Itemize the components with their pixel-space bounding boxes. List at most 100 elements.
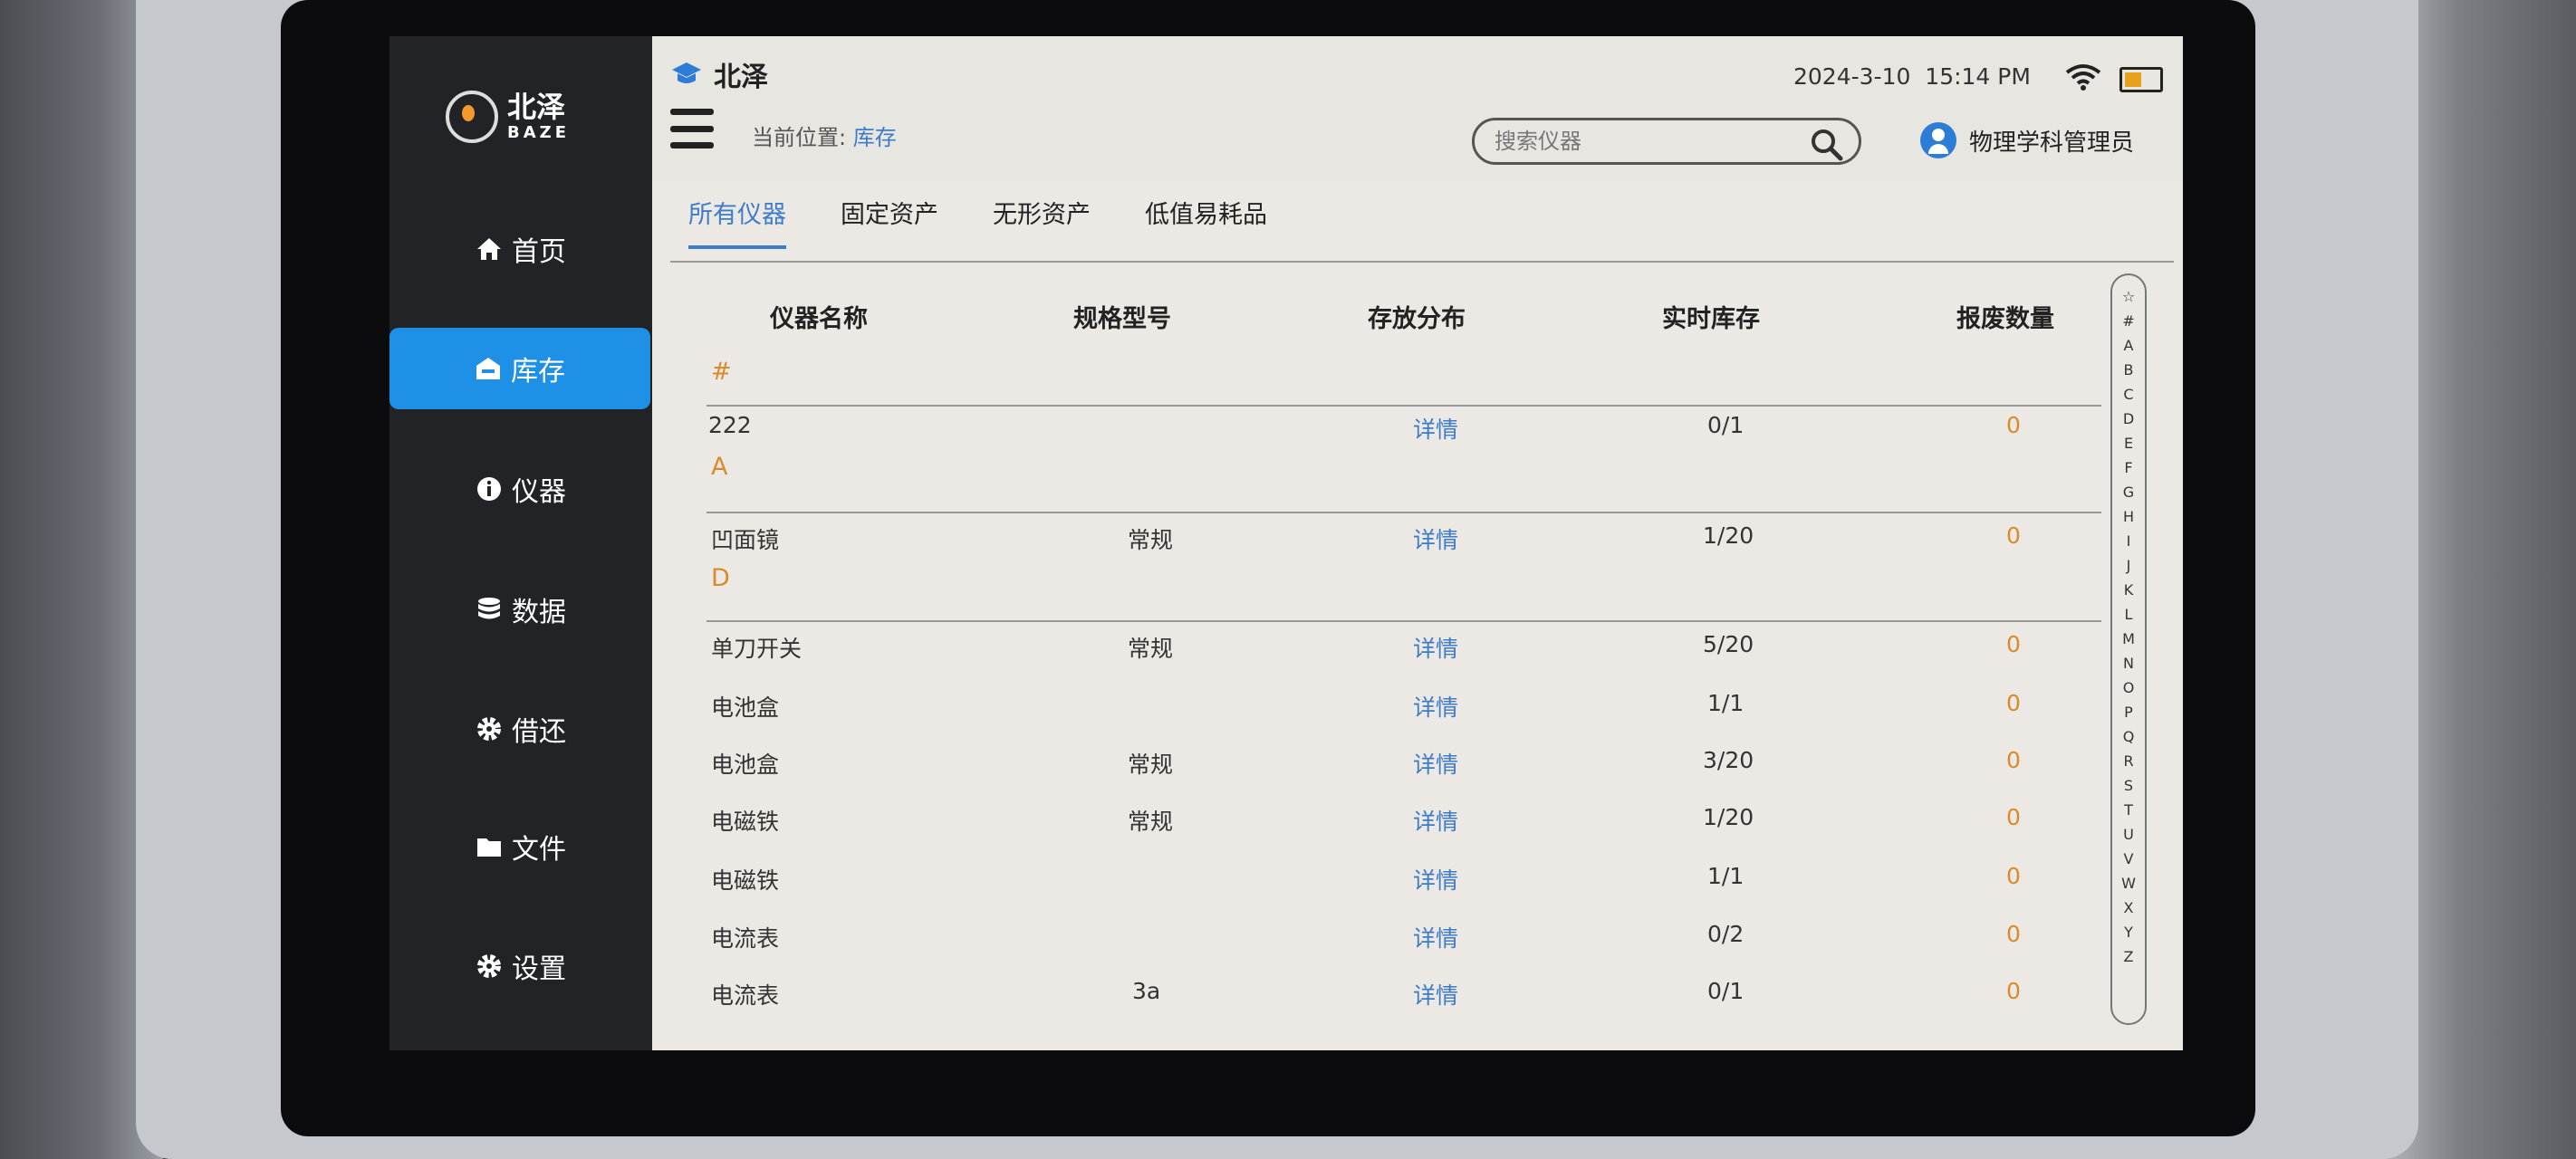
folder-icon bbox=[476, 833, 503, 860]
section-letter: # bbox=[711, 358, 732, 386]
warehouse-icon bbox=[475, 355, 502, 382]
search-box[interactable] bbox=[1472, 118, 1861, 165]
sidebar-item-inventory[interactable]: 库存 bbox=[389, 328, 650, 409]
sidebar-item-data[interactable]: 数据 bbox=[389, 569, 652, 650]
detail-link[interactable]: 详情 bbox=[1413, 921, 1458, 953]
index-letter[interactable]: R bbox=[2123, 749, 2133, 773]
logo: 北泽 BAZE bbox=[446, 91, 570, 143]
detail-link[interactable]: 详情 bbox=[1413, 863, 1458, 896]
datetime: 2024-3-10 15:14 PM bbox=[1793, 63, 2031, 90]
section-letter: A bbox=[711, 453, 728, 481]
index-letter[interactable]: C bbox=[2123, 382, 2133, 407]
menu-icon[interactable] bbox=[670, 109, 714, 148]
index-letter[interactable]: J bbox=[2127, 553, 2131, 578]
index-letter[interactable]: Z bbox=[2124, 944, 2134, 969]
index-letter[interactable]: X bbox=[2124, 896, 2134, 920]
detail-link[interactable]: 详情 bbox=[1413, 747, 1458, 780]
breadcrumb-prefix: 当前位置: bbox=[752, 125, 853, 150]
search-icon[interactable] bbox=[1808, 126, 1844, 162]
column-header-spec: 规格型号 bbox=[1073, 305, 1171, 333]
column-header-scrap: 报废数量 bbox=[1956, 305, 2054, 333]
cell-name: 单刀开关 bbox=[711, 636, 803, 662]
index-letter[interactable]: M bbox=[2122, 627, 2135, 651]
cell-name: 电磁铁 bbox=[711, 809, 780, 835]
cell-name: 电流表 bbox=[711, 925, 780, 952]
sidebar-item-instruments[interactable]: 仪器 bbox=[389, 448, 652, 530]
index-letter[interactable]: A bbox=[2124, 333, 2134, 358]
cell-spec: 3a bbox=[1132, 978, 1161, 1004]
cell-stock: 5/20 bbox=[1703, 631, 1754, 657]
cell-stock: 0/2 bbox=[1707, 921, 1745, 947]
index-letter[interactable]: # bbox=[2122, 309, 2134, 333]
index-letter[interactable]: I bbox=[2127, 529, 2131, 553]
index-letter[interactable]: D bbox=[2123, 407, 2134, 431]
index-letter[interactable]: H bbox=[2123, 504, 2134, 529]
user-menu[interactable]: 物理学科管理员 bbox=[1920, 122, 2134, 158]
tab-fixed-assets[interactable]: 固定资产 bbox=[841, 195, 938, 249]
gear-icon bbox=[476, 715, 503, 742]
index-letter[interactable]: V bbox=[2124, 847, 2134, 871]
wifi-icon bbox=[2065, 64, 2101, 91]
index-letter[interactable]: L bbox=[2125, 602, 2133, 627]
tab-intangible-assets[interactable]: 无形资产 bbox=[993, 195, 1091, 249]
gear-icon bbox=[476, 953, 503, 980]
search-input[interactable] bbox=[1493, 128, 1804, 155]
index-letter[interactable]: B bbox=[2124, 358, 2134, 382]
detail-link[interactable]: 详情 bbox=[1413, 522, 1458, 555]
index-letter[interactable]: O bbox=[2123, 675, 2135, 700]
alphabet-index[interactable]: ☆ # A B C D E F G H I J K L M N O P Q R … bbox=[2110, 273, 2147, 1025]
index-letter[interactable]: T bbox=[2124, 798, 2133, 822]
column-header-storage: 存放分布 bbox=[1368, 305, 1466, 333]
logo-icon bbox=[446, 91, 498, 143]
sidebar-item-label: 文件 bbox=[512, 834, 566, 866]
header: 北泽 当前位置: 库存 2024-3-10 15:14 PM 搜索仪器 物理学科… bbox=[652, 36, 2183, 181]
cell-spec: 常规 bbox=[1128, 752, 1174, 778]
home-icon bbox=[476, 235, 503, 263]
cell-stock: 1/20 bbox=[1703, 522, 1754, 549]
sidebar-item-files[interactable]: 文件 bbox=[389, 806, 652, 887]
index-letter[interactable]: P bbox=[2124, 700, 2133, 724]
detail-link[interactable]: 详情 bbox=[1413, 690, 1458, 723]
index-letter[interactable]: F bbox=[2124, 455, 2132, 480]
cell-name: 222 bbox=[708, 412, 752, 438]
index-letter[interactable]: Y bbox=[2124, 920, 2133, 944]
cell-scrap: 0 bbox=[2006, 978, 2021, 1004]
cell-name: 电流表 bbox=[711, 982, 780, 1009]
breadcrumb-current[interactable]: 库存 bbox=[853, 125, 897, 150]
index-letter[interactable]: N bbox=[2123, 651, 2134, 675]
graduation-cap-icon bbox=[672, 62, 701, 83]
tab-all-instruments[interactable]: 所有仪器 bbox=[688, 195, 786, 249]
database-icon bbox=[476, 596, 503, 623]
cell-scrap: 0 bbox=[2006, 412, 2021, 438]
detail-link[interactable]: 详情 bbox=[1413, 804, 1458, 837]
screen: 北泽 BAZE 首页 库存 仪器 数据 借还 文件 设置 北泽 当前位置: 库存… bbox=[389, 36, 2183, 1050]
cell-scrap: 0 bbox=[2006, 631, 2021, 657]
cell-name: 凹面镜 bbox=[711, 527, 780, 553]
divider bbox=[706, 405, 2101, 407]
main-panel: 北泽 当前位置: 库存 2024-3-10 15:14 PM 搜索仪器 物理学科… bbox=[652, 36, 2183, 1050]
sidebar-item-home[interactable]: 首页 bbox=[389, 208, 652, 290]
divider bbox=[706, 512, 2101, 513]
detail-link[interactable]: 详情 bbox=[1413, 631, 1458, 664]
index-letter[interactable]: W bbox=[2121, 871, 2136, 896]
sidebar-item-borrow[interactable]: 借还 bbox=[389, 688, 652, 770]
sidebar-item-label: 首页 bbox=[512, 236, 566, 268]
detail-link[interactable]: 详情 bbox=[1413, 978, 1458, 1011]
index-letter[interactable]: U bbox=[2123, 822, 2134, 847]
index-letter[interactable]: ☆ bbox=[2122, 284, 2135, 309]
index-letter[interactable]: G bbox=[2123, 480, 2134, 504]
sidebar-item-settings[interactable]: 设置 bbox=[389, 925, 652, 1007]
avatar bbox=[1920, 122, 1956, 158]
divider bbox=[706, 620, 2101, 622]
index-letter[interactable]: Q bbox=[2123, 724, 2135, 749]
time-text: 15:14 PM bbox=[1925, 63, 2031, 90]
index-letter[interactable]: K bbox=[2124, 578, 2134, 602]
sidebar-item-label: 借还 bbox=[512, 716, 566, 748]
brand-name: 北泽 bbox=[714, 62, 768, 93]
index-letter[interactable]: S bbox=[2124, 773, 2133, 798]
cell-stock: 1/1 bbox=[1707, 863, 1745, 889]
index-letter[interactable]: E bbox=[2124, 431, 2133, 455]
cell-scrap: 0 bbox=[2006, 747, 2021, 773]
tab-consumables[interactable]: 低值易耗品 bbox=[1145, 195, 1267, 249]
detail-link[interactable]: 详情 bbox=[1413, 412, 1458, 445]
